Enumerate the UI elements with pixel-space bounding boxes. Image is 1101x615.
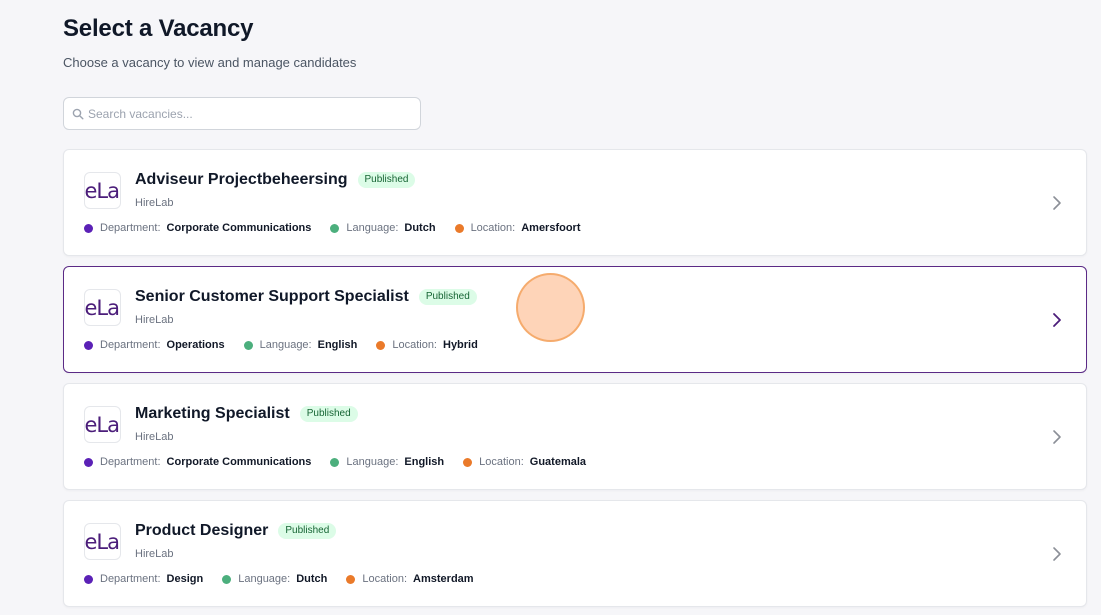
status-badge: Published: [278, 523, 337, 539]
location-dot-icon: [463, 457, 473, 467]
department-dot-icon: [84, 340, 93, 350]
company-logo: eLa: [84, 289, 121, 326]
location-meta: Location: Amersfoort: [454, 222, 581, 234]
language-value: English: [317, 339, 358, 351]
language-dot-icon: [222, 574, 232, 584]
status-badge: Published: [357, 172, 416, 188]
vacancy-title: Adviseur Projectbeheersing: [135, 171, 348, 188]
location-meta: Location: Hybrid: [376, 339, 478, 351]
chevron-right-icon[interactable]: [1050, 311, 1064, 329]
status-badge: Published: [299, 406, 358, 422]
vacancy-card[interactable]: eLa Marketing Specialist Published HireL…: [63, 383, 1087, 490]
page-title: Select a Vacancy: [63, 15, 254, 42]
language-value: Dutch: [296, 573, 328, 585]
department-meta: Department: Design: [84, 573, 203, 585]
company-name: HireLab: [135, 314, 174, 326]
cursor-indicator: [516, 273, 585, 342]
company-name: HireLab: [135, 431, 174, 443]
location-value: Amsterdam: [413, 573, 474, 585]
language-meta: Language: English: [330, 456, 444, 468]
vacancy-title: Marketing Specialist: [135, 405, 290, 422]
department-dot-icon: [84, 457, 93, 467]
chevron-right-icon[interactable]: [1050, 545, 1064, 563]
language-value: Dutch: [404, 222, 436, 234]
search-box[interactable]: [63, 97, 421, 130]
company-logo: eLa: [84, 172, 121, 209]
location-dot-icon: [376, 340, 386, 350]
company-logo: eLa: [84, 523, 121, 560]
location-meta: Location: Guatemala: [463, 456, 586, 468]
company-logo: eLa: [84, 406, 121, 443]
language-dot-icon: [243, 340, 253, 350]
search-input[interactable]: [88, 106, 408, 121]
department-meta: Department: Corporate Communications: [84, 222, 311, 234]
location-value: Hybrid: [443, 339, 478, 351]
department-value: Corporate Communications: [166, 222, 312, 234]
status-badge: Published: [418, 289, 477, 305]
language-meta: Language: Dutch: [330, 222, 436, 234]
language-dot-icon: [330, 457, 340, 467]
vacancy-title: Senior Customer Support Specialist: [135, 288, 409, 305]
vacancy-selection-page: Select a Vacancy Choose a vacancy to vie…: [0, 0, 1101, 615]
language-meta: Language: English: [243, 339, 358, 351]
vacancy-list: eLa Adviseur Projectbeheersing Published…: [63, 149, 1087, 615]
department-dot-icon: [84, 574, 93, 584]
language-meta: Language: Dutch: [222, 573, 327, 585]
department-meta: Department: Corporate Communications: [84, 456, 311, 468]
department-dot-icon: [84, 223, 93, 233]
department-value: Corporate Communications: [166, 456, 312, 468]
company-name: HireLab: [135, 548, 174, 560]
location-dot-icon: [346, 574, 356, 584]
location-value: Amersfoort: [521, 222, 581, 234]
chevron-right-icon[interactable]: [1050, 428, 1064, 446]
department-value: Operations: [166, 339, 225, 351]
language-dot-icon: [330, 223, 340, 233]
location-meta: Location: Amsterdam: [346, 573, 474, 585]
department-meta: Department: Operations: [84, 339, 225, 351]
vacancy-card[interactable]: eLa Adviseur Projectbeheersing Published…: [63, 149, 1087, 256]
location-value: Guatemala: [529, 456, 587, 468]
chevron-right-icon[interactable]: [1050, 194, 1064, 212]
language-value: English: [404, 456, 445, 468]
vacancy-title: Product Designer: [135, 522, 269, 539]
department-value: Design: [166, 573, 204, 585]
company-name: HireLab: [135, 197, 174, 209]
location-dot-icon: [454, 223, 464, 233]
page-subtitle: Choose a vacancy to view and manage cand…: [63, 55, 357, 70]
search-icon: [72, 108, 84, 120]
vacancy-card[interactable]: eLa Product Designer Published HireLab D…: [63, 500, 1087, 607]
